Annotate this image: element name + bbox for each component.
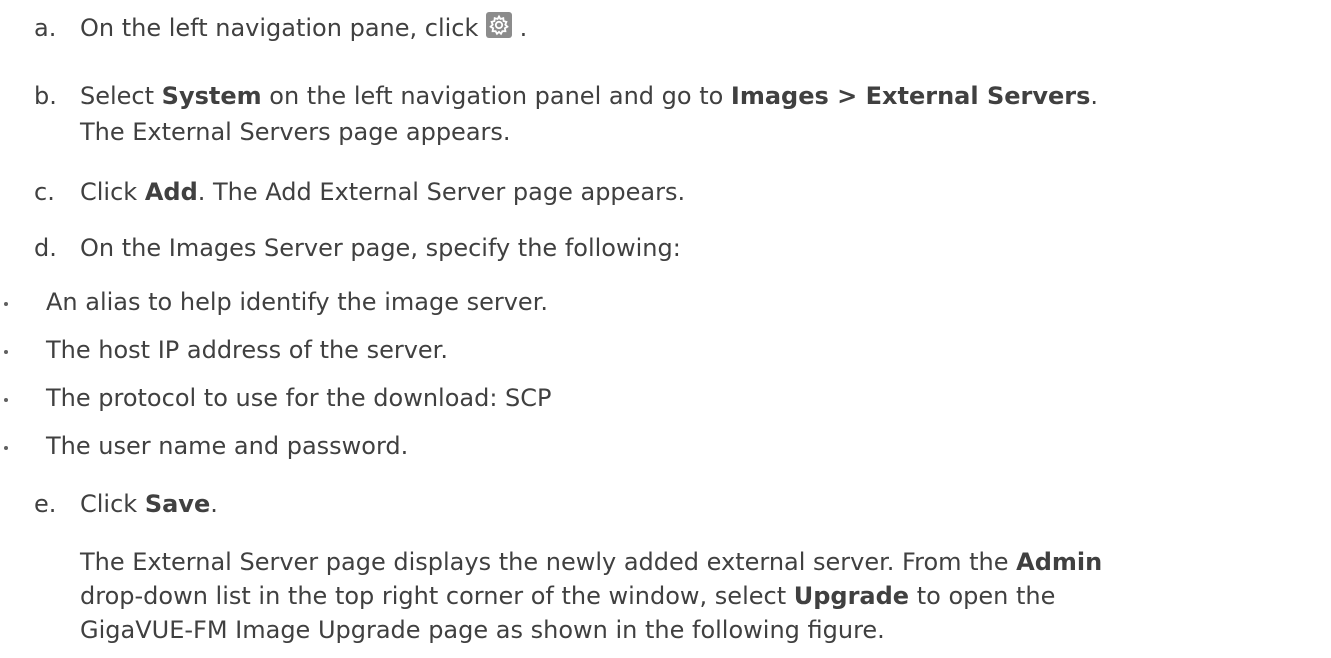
step-e-bold-save: Save — [144, 490, 211, 518]
para-l2-pre: drop-down list in the top right corner o… — [80, 582, 794, 610]
step-e-para-line1: The External Server page displays the ne… — [80, 546, 1102, 578]
step-a-marker: a. — [34, 14, 57, 42]
step-b-line2: The External Servers page appears. — [80, 118, 511, 146]
step-b-bold-system: System — [161, 82, 262, 110]
bullet-dot — [4, 302, 8, 306]
step-c-bold-add: Add — [144, 178, 198, 206]
step-e-pre: Click — [80, 490, 145, 518]
step-c-text: Click Add. The Add External Server page … — [80, 176, 685, 208]
step-a-text-after: . — [519, 14, 528, 42]
step-b-pre: Select — [80, 82, 162, 110]
bullet-dot — [4, 398, 8, 402]
step-e-marker: e. — [34, 490, 57, 518]
step-e-para-line2: drop-down list in the top right corner o… — [80, 580, 1055, 612]
step-b-line1: Select System on the left navigation pan… — [80, 80, 1098, 112]
bullet-item: The host IP address of the server. — [46, 336, 448, 364]
step-b-marker: b. — [34, 82, 57, 110]
para-l2-post: to open the — [909, 582, 1056, 610]
para-bold-upgrade: Upgrade — [793, 582, 910, 610]
step-d-text: On the Images Server page, specify the f… — [80, 234, 681, 262]
step-a-text: On the left navigation pane, click . — [80, 12, 527, 44]
step-e-text: Click Save. — [80, 488, 218, 520]
step-a-text-before: On the left navigation pane, click — [80, 14, 479, 42]
bullet-item: The user name and password. — [46, 432, 409, 460]
step-d-marker: d. — [34, 234, 57, 262]
step-c-pre: Click — [80, 178, 145, 206]
step-e-post: . — [210, 490, 218, 518]
bullet-item: The protocol to use for the download: SC… — [46, 384, 552, 412]
bullet-dot — [4, 446, 8, 450]
step-c-post: . The Add External Server page appears. — [197, 178, 686, 206]
document: a. On the left navigation pane, click . … — [0, 0, 1331, 658]
step-e-para-line3: GigaVUE-FM Image Upgrade page as shown i… — [80, 616, 885, 644]
gear-icon — [486, 12, 513, 38]
bullet-dot — [4, 350, 8, 354]
step-b-bold-path: Images > External Servers — [730, 82, 1091, 110]
para-l1-pre: The External Server page displays the ne… — [80, 548, 1017, 576]
step-b-mid: on the left navigation panel and go to — [261, 82, 731, 110]
step-b-post: . — [1090, 82, 1099, 110]
step-c-marker: c. — [34, 178, 55, 206]
bullet-item: An alias to help identify the image serv… — [46, 288, 548, 316]
para-bold-admin: Admin — [1016, 548, 1103, 576]
